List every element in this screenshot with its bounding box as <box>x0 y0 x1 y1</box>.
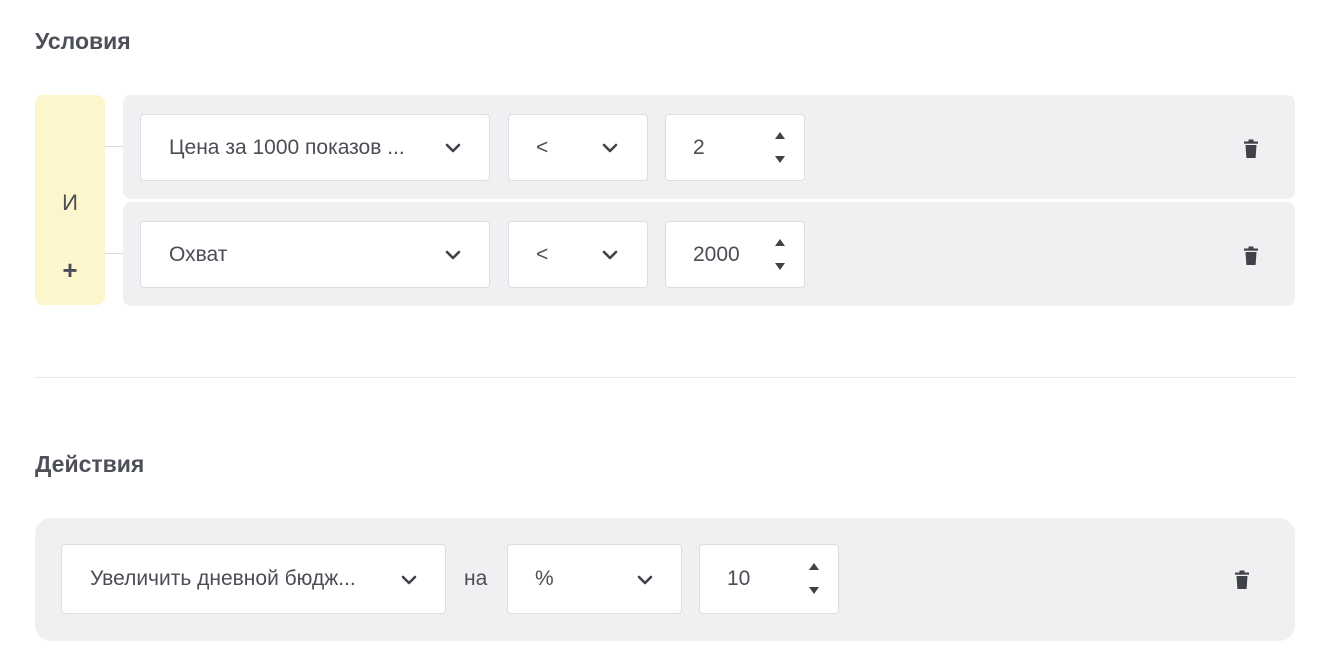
triangle-up-icon[interactable] <box>807 560 821 572</box>
chevron-down-icon <box>602 250 618 260</box>
triangle-down-icon[interactable] <box>773 154 787 166</box>
value-input-text: 2000 <box>693 243 740 266</box>
triangle-up-icon[interactable] <box>773 236 787 248</box>
actions-title: Действия <box>35 451 145 477</box>
value-input[interactable]: 2000 <box>665 221 805 288</box>
triangle-up-icon[interactable] <box>773 129 787 141</box>
triangle-down-icon[interactable] <box>807 585 821 597</box>
operator-select[interactable]: < <box>508 221 648 288</box>
logic-operator-group: И + <box>35 95 105 305</box>
trash-icon[interactable] <box>1243 246 1259 266</box>
amount-input-text: 10 <box>727 567 751 590</box>
chevron-down-icon <box>602 143 618 153</box>
triangle-down-icon[interactable] <box>773 261 787 273</box>
trash-icon[interactable] <box>1243 139 1259 159</box>
action-row: Увеличить дневной бюдж... на % 10 <box>35 518 1295 641</box>
metric-select-value: Цена за 1000 показов ... <box>169 136 405 159</box>
trash-icon[interactable] <box>1234 570 1250 590</box>
connector-line <box>105 253 123 254</box>
chevron-down-icon <box>401 575 417 585</box>
connector-label: на <box>464 567 488 590</box>
rule-editor: Условия И + Цена за 1000 показов ... < 2… <box>0 0 1326 654</box>
connector-line <box>105 146 123 147</box>
add-condition-button[interactable]: + <box>35 255 105 285</box>
metric-select[interactable]: Цена за 1000 показов ... <box>140 114 490 181</box>
unit-select-value: % <box>535 567 554 590</box>
value-input[interactable]: 2 <box>665 114 805 181</box>
section-divider <box>35 377 1295 378</box>
value-input-text: 2 <box>693 136 705 159</box>
chevron-down-icon <box>445 143 461 153</box>
metric-select-value: Охват <box>169 243 228 266</box>
condition-row: Цена за 1000 показов ... < 2 <box>123 95 1295 199</box>
metric-select[interactable]: Охват <box>140 221 490 288</box>
conditions-title: Условия <box>35 28 131 54</box>
logic-operator-label[interactable]: И <box>35 190 105 216</box>
unit-select[interactable]: % <box>507 544 682 614</box>
chevron-down-icon <box>637 575 653 585</box>
condition-row: Охват < 2000 <box>123 202 1295 306</box>
action-select-value: Увеличить дневной бюдж... <box>90 567 356 590</box>
amount-input[interactable]: 10 <box>699 544 839 614</box>
operator-select-value: < <box>536 136 549 159</box>
chevron-down-icon <box>445 250 461 260</box>
operator-select[interactable]: < <box>508 114 648 181</box>
action-select[interactable]: Увеличить дневной бюдж... <box>61 544 446 614</box>
operator-select-value: < <box>536 243 549 266</box>
